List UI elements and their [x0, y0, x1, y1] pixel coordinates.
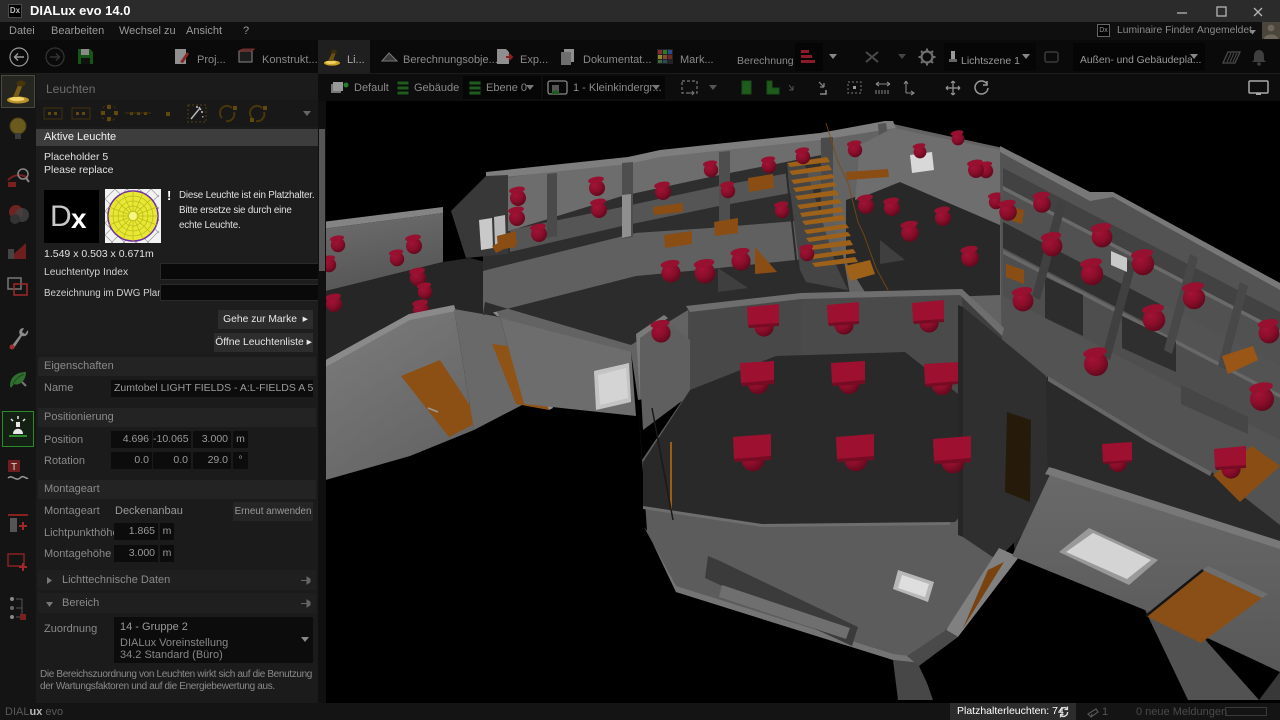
svg-text:T: T — [11, 462, 17, 473]
